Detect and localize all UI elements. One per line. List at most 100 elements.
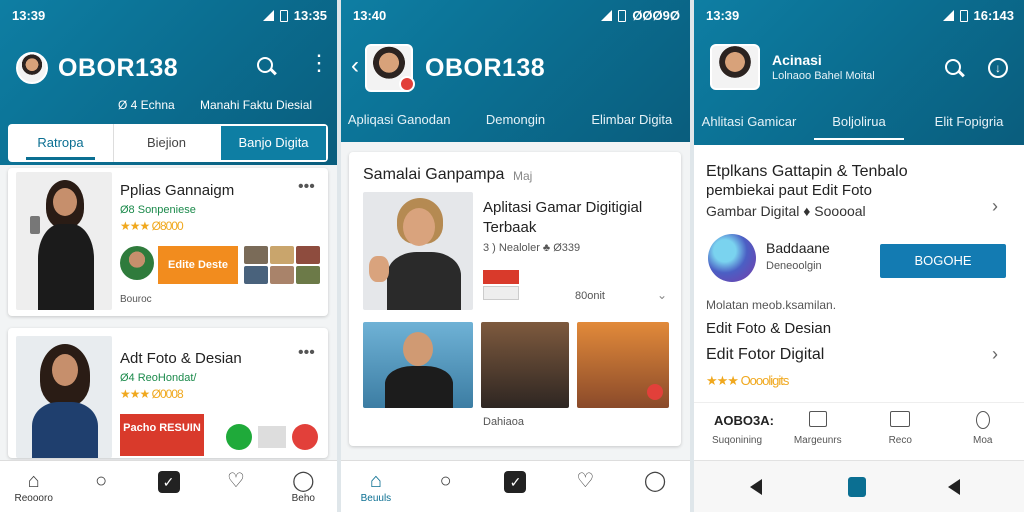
tab-boljolirua[interactable]: Boljolirua <box>804 114 914 140</box>
battery-icon <box>618 9 627 22</box>
card-sub: Ø8 Sonpeniese <box>120 204 196 216</box>
nav-home[interactable]: ⌂ Beuuls <box>341 461 411 512</box>
app-card[interactable]: Adt Foto & Desian ••• Ø4 ReoHondat/ ★★★ … <box>8 328 328 458</box>
tab-demongin[interactable]: Demongin <box>457 112 573 127</box>
tab-bar: Ahlitasi Gamicar Boljolirua Elit Fopigri… <box>694 114 1024 140</box>
nav-favorites[interactable]: ♡ <box>202 461 269 512</box>
tab-ratropa[interactable]: Ratropa <box>8 124 113 162</box>
tab-label: Banjo Digita <box>238 135 309 150</box>
avatar[interactable] <box>710 44 760 90</box>
nav-label: Beuuls <box>360 493 392 504</box>
heart-icon: ♡ <box>226 470 245 492</box>
chevron-down-icon[interactable]: ⌄ <box>657 288 667 302</box>
edit-icon: ✓ <box>157 471 180 493</box>
card-footer: Dahiaoa <box>483 416 524 428</box>
search-icon[interactable] <box>256 56 278 78</box>
hero-line-2: pembiekai paut Edit Foto <box>706 182 872 199</box>
signal-icon <box>942 10 954 21</box>
tag-gray <box>483 286 519 300</box>
tag-red <box>483 270 519 284</box>
tab-bar: Apliqasi Ganodan Demongin Elimbar Digita <box>341 112 690 127</box>
action-reco[interactable]: Reco <box>859 403 942 458</box>
tab-biejion[interactable]: Biejion <box>113 124 219 162</box>
record-icon[interactable] <box>292 424 318 450</box>
tab-label: Biejion <box>146 135 187 150</box>
app-icon[interactable] <box>708 234 756 282</box>
feature-card[interactable]: Samalai Ganpampa Maj Aplitasi Gamar Digi… <box>349 152 681 446</box>
feature-title: Aplitasi Gamar Digitigial Terbaak <box>483 199 643 236</box>
nav-search[interactable]: ○ <box>67 461 134 512</box>
gallery-photo[interactable] <box>481 322 569 408</box>
chevron-right-icon[interactable]: › <box>992 344 998 365</box>
tab-ahlitasi[interactable]: Ahlitasi Gamicar <box>694 114 804 129</box>
feature-photo <box>363 192 473 310</box>
hero-line-3: Gambar Digital ♦ Sooooal <box>706 203 866 219</box>
card-title: Adt Foto & Desian <box>120 350 242 367</box>
item-1[interactable]: Edit Foto & Desian <box>706 320 831 337</box>
section-tag: Maj <box>513 169 533 183</box>
app-title: OBOR138 <box>425 54 546 82</box>
app-title: OBOR138 <box>58 54 179 82</box>
back-icon[interactable] <box>750 479 762 495</box>
nav-profile[interactable]: ◯ Beho <box>270 461 337 512</box>
avatar <box>120 246 154 280</box>
card-photo <box>16 336 112 458</box>
promo-banner[interactable]: Edite Deste <box>158 246 238 284</box>
action-stats[interactable]: AOBO3A: Suqonining <box>694 403 777 458</box>
chat-icon[interactable] <box>226 424 252 450</box>
bottom-nav: ⌂ Reoooro ○ ✓ ♡ ◯ Beho <box>0 460 337 512</box>
signal-icon <box>601 10 613 21</box>
status-right: 16:143 <box>973 8 1014 23</box>
nav-home[interactable]: ⌂ Reoooro <box>0 461 67 512</box>
subtitle-left: Ø 4 Echna <box>118 98 175 112</box>
signal-icon <box>262 10 274 21</box>
back-icon[interactable]: ‹ <box>351 52 359 80</box>
battery-icon <box>279 9 288 22</box>
tab-elit[interactable]: Elit Fopigria <box>914 114 1024 129</box>
action-label: Margeunrs <box>793 435 842 446</box>
subtitle-right: Manahi Faktu Diesial <box>200 98 313 112</box>
nav-favorites[interactable]: ♡ <box>550 461 620 512</box>
tab-apliqasi[interactable]: Apliqasi Ganodan <box>341 112 457 127</box>
status-bar: 13:39 13:35 <box>10 6 327 26</box>
profile-icon: ◯ <box>292 470 315 492</box>
nav-edit[interactable]: ✓ <box>135 461 202 512</box>
action-messages[interactable]: Margeunrs <box>777 403 860 458</box>
status-bar: 13:39 16:143 <box>704 6 1014 26</box>
search-icon: ○ <box>95 470 108 492</box>
download-icon[interactable]: ↓ <box>988 58 1008 78</box>
card-photo <box>16 172 112 310</box>
avatar[interactable] <box>16 52 48 84</box>
gallery-photo[interactable] <box>577 322 669 408</box>
more-icon[interactable]: ⋮ <box>308 52 330 74</box>
card-title: Pplias Gannaigm <box>120 182 235 199</box>
action-more[interactable]: Moa <box>942 403 1024 458</box>
tab-label: Ratropa <box>37 135 84 150</box>
nav-profile[interactable]: ◯ <box>620 461 690 512</box>
gallery-photo[interactable] <box>363 322 473 408</box>
system-nav <box>694 460 1024 512</box>
search-icon[interactable] <box>944 58 966 80</box>
status-right: 13:35 <box>293 8 327 23</box>
promo-banner[interactable]: Pacho RESUIN <box>120 414 204 456</box>
nav-edit[interactable]: ✓ <box>481 461 551 512</box>
recent-icon[interactable] <box>948 479 960 495</box>
card-more-icon[interactable]: ••• <box>298 176 315 198</box>
search-icon: ○ <box>439 470 452 492</box>
install-button[interactable]: BOGOHE <box>880 244 1006 278</box>
rating: ★★★ Ooooligits <box>706 373 789 388</box>
nav-label: Reoooro <box>14 493 53 504</box>
status-time: 13:39 <box>706 8 740 23</box>
app-card[interactable]: Pplias Gannaigm ••• Ø8 Sonpeniese ★★★ Ø8… <box>8 168 328 316</box>
card-more-icon[interactable]: ••• <box>298 342 315 364</box>
item-2[interactable]: Edit Fotor Digital <box>706 346 824 364</box>
nav-search[interactable]: ○ <box>411 461 481 512</box>
edit-icon: ✓ <box>504 471 527 493</box>
screen-3: 13:39 16:143 Acinasi Lolnaoo Bahel Moita… <box>694 0 1024 512</box>
action-label: Moa <box>973 435 993 446</box>
tab-elimbar[interactable]: Elimbar Digita <box>574 112 690 127</box>
chevron-right-icon[interactable]: › <box>992 196 998 217</box>
tab-banjo-digita[interactable]: Banjo Digita <box>221 126 326 160</box>
home-icon[interactable] <box>848 477 866 497</box>
status-time: 13:39 <box>12 8 46 23</box>
